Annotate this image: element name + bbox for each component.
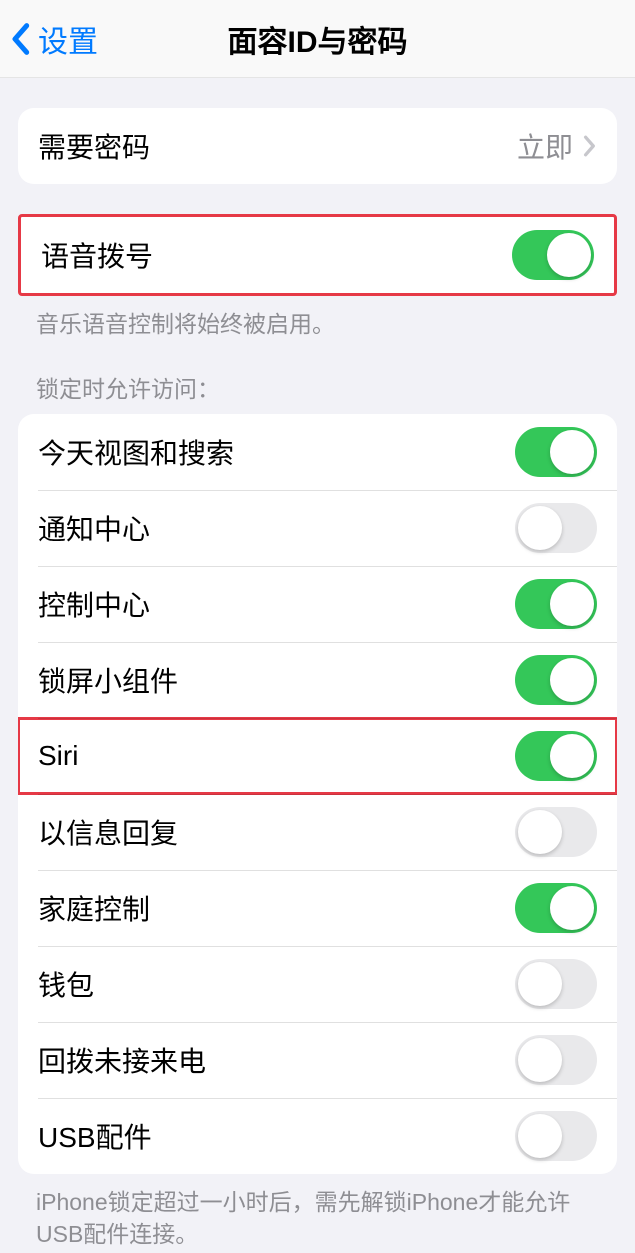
allow-access-label: Siri <box>38 740 78 772</box>
allow-access-header: 锁定时允许访问： <box>0 340 635 414</box>
voice-dial-footer: 音乐语音控制将始终被启用。 <box>0 296 635 340</box>
usb-footer: iPhone锁定超过一小时后，需先解锁iPhone才能允许USB配件连接。 <box>0 1174 635 1250</box>
allow-access-label: 家庭控制 <box>38 888 150 928</box>
back-label: 设置 <box>38 17 98 61</box>
allow-access-toggle[interactable] <box>515 427 597 477</box>
voice-dial-label: 语音拨号 <box>41 235 153 275</box>
allow-access-label: 以信息回复 <box>38 812 178 852</box>
allow-access-label: 钱包 <box>38 964 94 1004</box>
allow-access-label: 回拨未接来电 <box>38 1040 206 1080</box>
allow-access-label: USB配件 <box>38 1116 152 1156</box>
allow-access-toggle[interactable] <box>515 731 597 781</box>
navigation-bar: 设置 面容ID与密码 <box>0 0 635 78</box>
allow-access-toggle[interactable] <box>515 1035 597 1085</box>
allow-access-toggle[interactable] <box>515 503 597 553</box>
allow-access-row: 以信息回复 <box>18 794 617 870</box>
chevron-right-icon <box>583 135 597 157</box>
require-passcode-row[interactable]: 需要密码 立即 <box>18 108 617 184</box>
allow-access-toggle[interactable] <box>515 1111 597 1161</box>
allow-access-row: USB配件 <box>18 1098 617 1174</box>
chevron-left-icon <box>10 22 30 56</box>
allow-access-toggle[interactable] <box>515 959 597 1009</box>
allow-access-row: 通知中心 <box>18 490 617 566</box>
back-button[interactable]: 设置 <box>0 17 98 61</box>
require-passcode-group: 需要密码 立即 <box>18 108 617 184</box>
allow-access-label: 控制中心 <box>38 584 150 624</box>
allow-access-row: 控制中心 <box>18 566 617 642</box>
require-passcode-label: 需要密码 <box>38 126 150 166</box>
voice-dial-toggle[interactable] <box>512 230 594 280</box>
allow-access-row: 钱包 <box>18 946 617 1022</box>
allow-access-label: 通知中心 <box>38 508 150 548</box>
page-title: 面容ID与密码 <box>228 17 408 61</box>
allow-access-toggle[interactable] <box>515 655 597 705</box>
allow-access-label: 今天视图和搜索 <box>38 432 234 472</box>
voice-dial-row: 语音拨号 <box>21 217 614 293</box>
allow-access-toggle[interactable] <box>515 807 597 857</box>
allow-access-row: 回拨未接来电 <box>18 1022 617 1098</box>
voice-dial-group: 语音拨号 <box>18 214 617 296</box>
allow-access-label: 锁屏小组件 <box>38 660 178 700</box>
allow-access-toggle[interactable] <box>515 883 597 933</box>
require-passcode-value: 立即 <box>517 126 573 166</box>
allow-access-toggle[interactable] <box>515 579 597 629</box>
allow-access-row: Siri <box>18 718 617 794</box>
allow-access-row: 锁屏小组件 <box>18 642 617 718</box>
allow-access-row: 今天视图和搜索 <box>18 414 617 490</box>
allow-access-group: 今天视图和搜索通知中心控制中心锁屏小组件 Siri 以信息回复家庭控制钱包回拨未接来… <box>18 414 617 1174</box>
allow-access-row: 家庭控制 <box>18 870 617 946</box>
